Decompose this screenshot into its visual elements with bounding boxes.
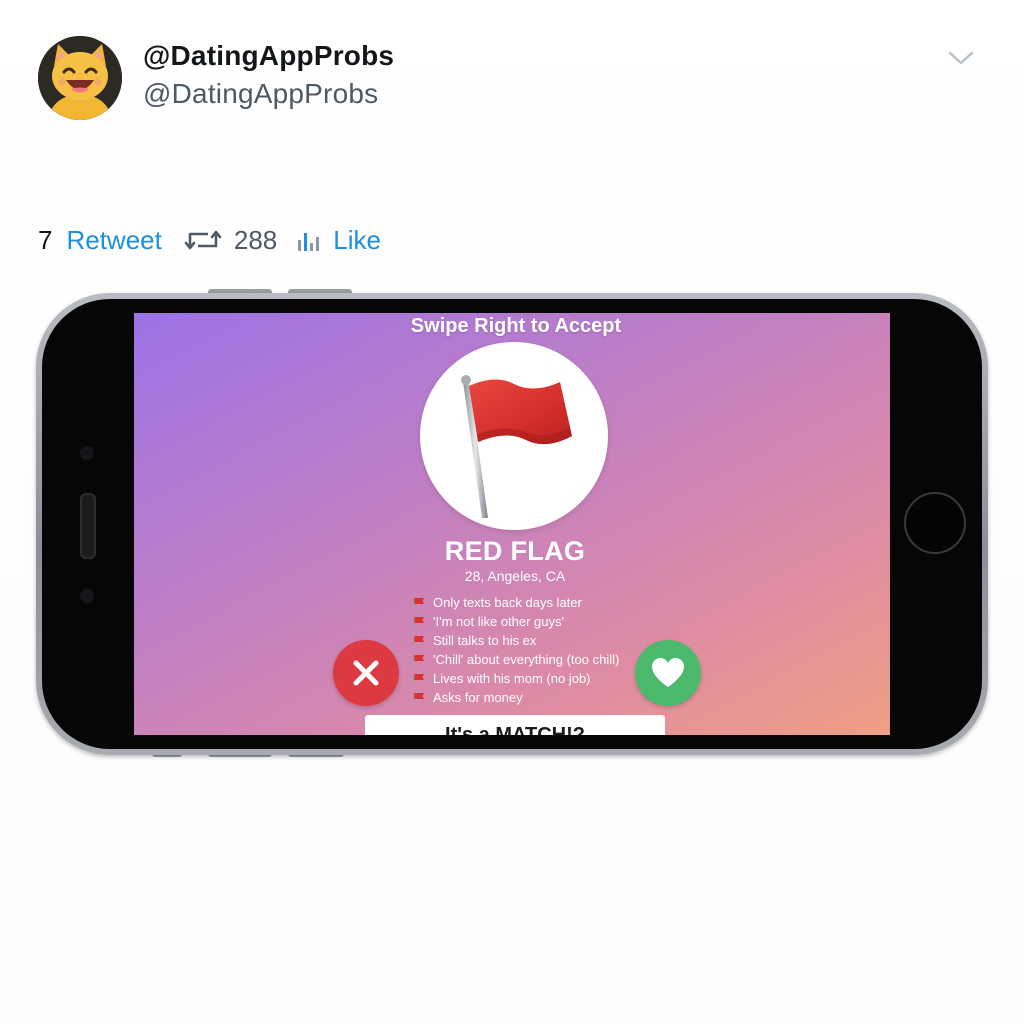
phone-speaker (80, 493, 96, 559)
red-flag-icon (461, 375, 572, 518)
like-link[interactable]: Like (333, 225, 381, 256)
dating-app-screen: Swipe Right to Accept RED FLAG 28, Angel… (134, 313, 890, 735)
phone-camera (80, 589, 94, 603)
retweet-count: 288 (233, 224, 278, 255)
flag-text: 'I'm not like other guys' (433, 614, 565, 629)
retweet-total-count: 7 (38, 224, 53, 255)
phone-sensor (80, 446, 94, 460)
red-flag-icon (413, 597, 424, 608)
reject-button[interactable] (333, 640, 399, 706)
list-item: Only texts back days later (412, 593, 619, 612)
list-item: 'Chill' about everything (too chill) (412, 650, 619, 669)
chevron-down-icon[interactable] (944, 44, 978, 72)
flag-text: Still talks to his ex (433, 633, 537, 648)
x-icon (353, 660, 379, 686)
retweet-link[interactable]: Retweet (66, 225, 161, 256)
flag-text: Asks for money (433, 690, 523, 705)
retweet-icon[interactable] (184, 227, 222, 253)
red-flag-icon (413, 654, 424, 665)
phone-home-button[interactable] (904, 492, 966, 554)
like-button[interactable] (635, 640, 701, 706)
red-flag-icon (413, 692, 424, 703)
user-handle[interactable]: @DatingAppProbs (143, 78, 378, 110)
red-flag-icon (413, 673, 424, 684)
profile-avatar[interactable] (38, 36, 122, 120)
display-name[interactable]: @DatingAppProbs (143, 40, 394, 72)
match-banner[interactable]: It's a MATCH!? (365, 715, 665, 735)
red-flag-list: Only texts back days later 'I'm not like… (412, 593, 619, 707)
red-flag-icon (413, 635, 424, 646)
screen-title: Swipe Right to Accept (410, 315, 622, 337)
list-item: 'I'm not like other guys' (412, 612, 619, 631)
profile-location: 28, Angeles, CA (464, 568, 566, 584)
laughing-cat-icon (38, 36, 122, 120)
profile-name: RED FLAG (444, 536, 586, 566)
flag-text: 'Chill' about everything (too chill) (433, 652, 620, 667)
list-item: Asks for money (412, 688, 619, 707)
like-bars-icon[interactable] (295, 227, 325, 253)
red-flag-icon (413, 616, 424, 627)
tweet-card: @DatingAppProbs @DatingAppProbs 7 Retwee… (0, 0, 1024, 1024)
list-item: Lives with his mom (no job) (412, 669, 619, 688)
heart-icon (652, 658, 684, 687)
flag-text: Lives with his mom (no job) (433, 671, 591, 686)
tweet-action-row: 7 Retweet 288 Like (38, 222, 381, 258)
flag-text: Only texts back days later (433, 595, 582, 610)
profile-photo[interactable] (420, 342, 608, 530)
list-item: Still talks to his ex (412, 631, 619, 650)
